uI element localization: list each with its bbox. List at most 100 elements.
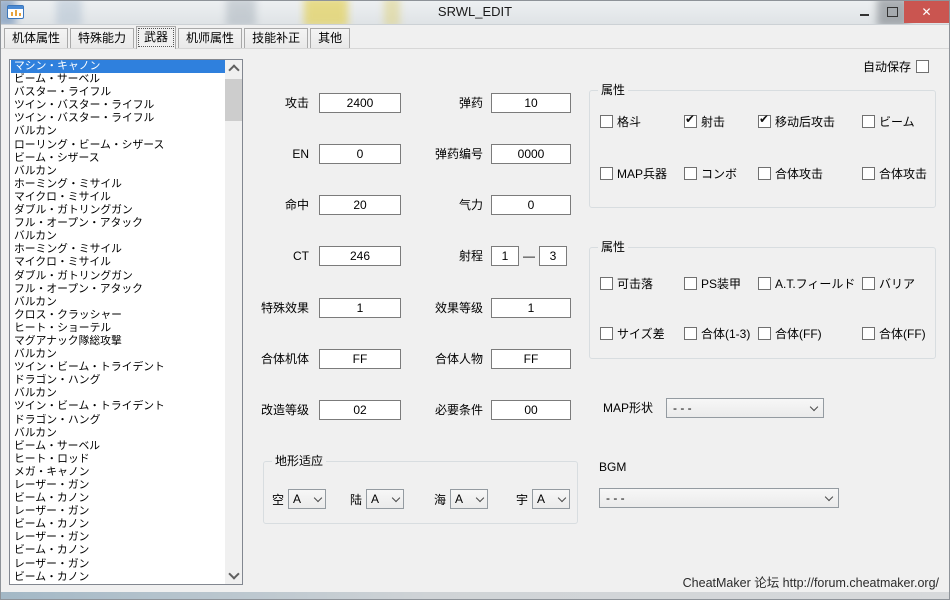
list-item[interactable]: ビーム・カノン (11, 492, 225, 505)
list-item[interactable]: ヒート・ショーテル (11, 322, 225, 335)
list-item[interactable]: ツイン・ビーム・トライデント (11, 361, 225, 374)
hit-input[interactable]: 20 (319, 195, 401, 215)
terrain-sea-select[interactable]: A (450, 489, 488, 509)
en-input[interactable]: 0 (319, 144, 401, 164)
list-item[interactable]: マシン・キャノン (11, 60, 225, 73)
checkbox-post-move-attack[interactable]: ✔移动后攻击 (758, 113, 835, 129)
list-item[interactable]: レーザー・ガン (11, 558, 225, 571)
list-item[interactable]: ドラゴン・ハング (11, 374, 225, 387)
tab-special-abilities[interactable]: 特殊能力 (70, 28, 134, 48)
checkbox-shooting[interactable]: ✔射击 (684, 113, 725, 129)
scroll-up-button[interactable] (225, 60, 242, 76)
list-item[interactable]: バルカン (11, 387, 225, 400)
checkbox-barrier[interactable]: バリア (862, 275, 915, 291)
chevron-down-icon (392, 494, 400, 502)
checkbox-combined-attack-2[interactable]: 合体攻击 (862, 165, 927, 181)
tab-others[interactable]: 其他 (310, 28, 350, 48)
terrain-land-label: 陆 (350, 491, 362, 508)
checkbox-box (862, 167, 875, 180)
maximize-button[interactable] (879, 1, 905, 23)
terrain-space-select[interactable]: A (532, 489, 570, 509)
special-effect-input[interactable]: 1 (319, 298, 401, 318)
map-shape-select[interactable]: - - - (666, 398, 824, 418)
checkbox-label: A.T.フィールド (775, 275, 855, 292)
list-item[interactable]: バルカン (11, 348, 225, 361)
list-item[interactable]: ビーム・サーベル (11, 440, 225, 453)
list-item[interactable]: ヒート・ロッド (11, 453, 225, 466)
list-item[interactable]: フル・オープン・アタック (11, 217, 225, 230)
list-item[interactable]: マグアナック隊総攻撃 (11, 335, 225, 348)
checkbox-combined-attack-1[interactable]: 合体攻击 (758, 165, 823, 181)
list-item[interactable]: ドラゴン・ハング (11, 414, 225, 427)
list-item[interactable]: ビーム・カノン (11, 544, 225, 557)
list-item[interactable]: マイクロ・ミサイル (11, 191, 225, 204)
list-item[interactable]: バルカン (11, 296, 225, 309)
terrain-land-select[interactable]: A (366, 489, 404, 509)
ammo-id-input[interactable]: 0000 (491, 144, 571, 164)
list-item[interactable]: ホーミング・ミサイル (11, 243, 225, 256)
list-item[interactable]: ダブル・ガトリングガン (11, 204, 225, 217)
checkbox-map-weapon[interactable]: MAP兵器 (600, 165, 667, 181)
checkbox-ps-armor[interactable]: PS装甲 (684, 275, 741, 291)
list-item[interactable]: ホーミング・ミサイル (11, 178, 225, 191)
checkbox-beam[interactable]: ビーム (862, 113, 915, 129)
checkbox-combine-ff-2[interactable]: 合体(FF) (862, 325, 926, 341)
list-item[interactable]: バルカン (11, 125, 225, 138)
list-item[interactable]: クロス・クラッシャー (11, 309, 225, 322)
ct-input[interactable]: 246 (319, 246, 401, 266)
list-item[interactable]: フル・オープン・アタック (11, 283, 225, 296)
list-item[interactable]: ローリング・ビーム・シザース (11, 139, 225, 152)
list-item[interactable]: バルカン (11, 165, 225, 178)
tab-bar: 机体属性 特殊能力 武器 机师属性 技能补正 其他 (1, 25, 949, 49)
checkbox-melee[interactable]: 格斗 (600, 113, 641, 129)
list-item[interactable]: バルカン (11, 427, 225, 440)
will-input[interactable]: 0 (491, 195, 571, 215)
list-item[interactable]: ビーム・カノン (11, 518, 225, 531)
effect-level-input[interactable]: 1 (491, 298, 571, 318)
list-item[interactable]: ツイン・バスター・ライフル (11, 99, 225, 112)
list-item[interactable]: ビーム・サーベル (11, 73, 225, 86)
list-item[interactable]: ツイン・バスター・ライフル (11, 112, 225, 125)
checkbox-size-diff[interactable]: サイズ差 (600, 325, 665, 341)
combine-unit-input[interactable]: FF (319, 349, 401, 369)
auto-save-checkbox[interactable]: 自动保存 (863, 58, 929, 75)
checkbox-at-field[interactable]: A.T.フィールド (758, 275, 855, 291)
list-item[interactable]: レーザー・ガン (11, 531, 225, 544)
close-button[interactable]: ✕ (904, 1, 949, 23)
range-max-input[interactable]: 3 (539, 246, 567, 266)
list-item[interactable]: バルカン (11, 230, 225, 243)
combine-pilot-input[interactable]: FF (491, 349, 571, 369)
weapon-list: マシン・キャノンビーム・サーベルバスター・ライフルツイン・バスター・ライフルツイ… (9, 59, 243, 585)
list-item[interactable]: レーザー・ガン (11, 505, 225, 518)
list-item[interactable]: マイクロ・ミサイル (11, 256, 225, 269)
checkbox-combo[interactable]: コンボ (684, 165, 737, 181)
list-item[interactable]: ビーム・シザース (11, 152, 225, 165)
checkbox-combine-ff-1[interactable]: 合体(FF) (758, 325, 822, 341)
chevron-down-icon (558, 494, 566, 502)
attribute-group-2: 属性 可击落PS装甲A.T.フィールドバリアサイズ差合体(1-3)合体(FF)合… (589, 247, 936, 359)
list-item[interactable]: ダブル・ガトリングガン (11, 270, 225, 283)
list-item[interactable]: ツイン・ビーム・トライデント (11, 400, 225, 413)
list-item[interactable]: レーザー・ガン (11, 479, 225, 492)
bgm-select[interactable]: - - - (599, 488, 839, 508)
tab-unit-attributes[interactable]: 机体属性 (4, 28, 68, 48)
list-item[interactable]: メガ・キャノン (11, 466, 225, 479)
scroll-thumb[interactable] (225, 79, 242, 121)
list-item[interactable]: ビーム・カノン (11, 571, 225, 584)
upgrade-level-input[interactable]: 02 (319, 400, 401, 420)
checkbox-shootdown-able[interactable]: 可击落 (600, 275, 653, 291)
checkbox-combine-1-3[interactable]: 合体(1-3) (684, 325, 750, 341)
ammo-input[interactable]: 10 (491, 93, 571, 113)
tab-weapons[interactable]: 武器 (136, 26, 176, 49)
scroll-down-button[interactable] (225, 568, 242, 584)
tab-skill-correction[interactable]: 技能补正 (244, 28, 308, 48)
list-item[interactable]: バスター・ライフル (11, 86, 225, 99)
requirement-input[interactable]: 00 (491, 400, 571, 420)
chevron-down-icon (476, 494, 484, 502)
weapon-list-scrollbar[interactable] (225, 60, 242, 584)
terrain-sky-select[interactable]: A (288, 489, 326, 509)
tab-pilot-attributes[interactable]: 机师属性 (178, 28, 242, 48)
range-min-input[interactable]: 1 (491, 246, 519, 266)
minimize-button[interactable] (851, 1, 877, 23)
attack-input[interactable]: 2400 (319, 93, 401, 113)
